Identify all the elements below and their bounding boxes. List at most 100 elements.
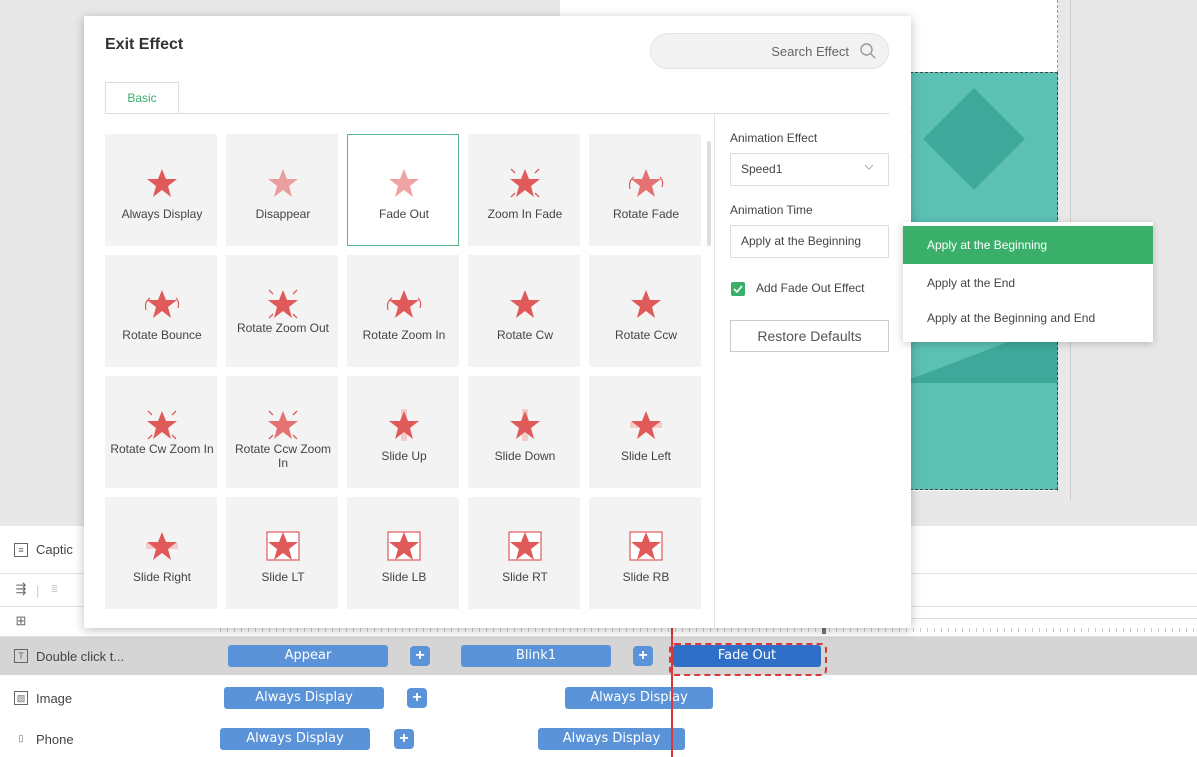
star-faded-icon [389, 169, 419, 197]
track-label-row: ▯ Phone [0, 720, 220, 757]
phone-icon: ▯ [18, 733, 24, 743]
animation-time-label: Animation Time [730, 203, 813, 217]
align-icon[interactable]: ⇶ [14, 582, 28, 597]
add-clip-button[interactable]: + [407, 688, 427, 708]
effect-disappear[interactable]: Disappear [226, 134, 338, 246]
effect-label: Slide Down [494, 449, 556, 463]
star-slide-rb-icon [629, 531, 663, 561]
toolbar-separator: | [36, 582, 40, 598]
distribute-icon[interactable]: ≣ [47, 583, 61, 597]
star-rotate-icon [628, 169, 664, 197]
effect-fade-out[interactable]: Fade Out [347, 134, 459, 246]
animation-time-value: Apply at the Beginning [741, 234, 862, 248]
track-label: Double click t... [36, 648, 125, 664]
effect-slide-up[interactable]: Slide Up [347, 376, 459, 488]
search-box[interactable] [650, 33, 889, 69]
animation-time-select[interactable]: Apply at the Beginning [730, 225, 889, 258]
clip-always-display[interactable]: Always Display [565, 687, 713, 709]
caption-icon: ≡ [14, 542, 28, 557]
effect-label: Zoom In Fade [487, 207, 563, 221]
effect-label: Slide RT [502, 570, 548, 584]
effect-slide-right[interactable]: Slide Right [105, 497, 217, 609]
track-phone[interactable]: ▯ Phone Always Display + Always Display [0, 720, 1197, 757]
animation-effect-value: Speed1 [741, 162, 783, 176]
caption-label: Captic [36, 542, 73, 557]
star-slide-lb-icon [387, 531, 421, 561]
effect-label: Fade Out [378, 207, 430, 221]
clip-always-display[interactable]: Always Display [538, 728, 685, 750]
tab-basic[interactable]: Basic [105, 82, 179, 114]
effect-label: Rotate Ccw Zoom In [234, 442, 332, 470]
dialog-title: Exit Effect [105, 36, 184, 53]
star-rotate-ccw-icon [631, 290, 661, 318]
effect-slide-left[interactable]: Slide Left [589, 376, 701, 488]
grid-icon[interactable]: ⊞ [14, 614, 28, 629]
star-slide-right-icon [146, 532, 178, 560]
effect-slide-down[interactable]: Slide Down [468, 376, 580, 488]
effect-slide-rt[interactable]: Slide RT [468, 497, 580, 609]
star-slide-rt-icon [508, 531, 542, 561]
effect-label: Rotate Zoom Out [236, 321, 330, 335]
effect-rotate-bounce[interactable]: Rotate Bounce [105, 255, 217, 367]
fade-out-checkbox[interactable] [731, 282, 745, 296]
option-apply-end[interactable]: Apply at the End [903, 264, 1153, 302]
effect-rotate-ccw[interactable]: Rotate Ccw [589, 255, 701, 367]
effect-rotate-fade[interactable]: Rotate Fade [589, 134, 701, 246]
effect-rotate-zoom-in[interactable]: Rotate Zoom In [347, 255, 459, 367]
effect-label: Disappear [255, 207, 311, 221]
effect-rotate-cw[interactable]: Rotate Cw [468, 255, 580, 367]
track-label-row: ▧ Image [0, 679, 220, 717]
track-label-row: T Double click t... [0, 637, 220, 675]
effect-slide-rb[interactable]: Slide RB [589, 497, 701, 609]
effect-rotate-cw-zoom-in[interactable]: Rotate Cw Zoom In [105, 376, 217, 488]
add-clip-button[interactable]: + [410, 646, 430, 666]
search-input[interactable] [669, 34, 849, 68]
effect-slide-lb[interactable]: Slide LB [347, 497, 459, 609]
clip-always-display[interactable]: Always Display [224, 687, 384, 709]
clip-blink1[interactable]: Blink1 [461, 645, 611, 667]
animation-effect-label: Animation Effect [730, 131, 818, 145]
fade-out-checkbox-label[interactable]: Add Fade Out Effect [756, 281, 865, 295]
option-apply-beginning[interactable]: Apply at the Beginning [903, 226, 1153, 264]
effect-zoom-in-fade[interactable]: Zoom In Fade [468, 134, 580, 246]
checkmark-icon [733, 285, 743, 294]
search-icon[interactable] [859, 42, 877, 60]
star-slide-down-icon [510, 409, 540, 441]
playhead[interactable] [671, 612, 673, 757]
effect-slide-lt[interactable]: Slide LT [226, 497, 338, 609]
effect-label: Slide LB [381, 570, 427, 584]
star-faded-icon [268, 169, 298, 197]
restore-defaults-button[interactable]: Restore Defaults [730, 320, 889, 352]
effects-scrollbar[interactable] [707, 141, 711, 246]
canvas-diamond-shape [923, 88, 1025, 190]
clip-always-display[interactable]: Always Display [220, 728, 370, 750]
chevron-down-icon [864, 164, 874, 170]
effect-rotate-ccw-zoom-in[interactable]: Rotate Ccw Zoom In [226, 376, 338, 488]
animation-effect-select[interactable]: Speed1 [730, 153, 889, 186]
animation-time-dropdown: Apply at the Beginning Apply at the End … [903, 222, 1153, 342]
effect-label: Slide Right [132, 570, 192, 584]
option-apply-beginning-end[interactable]: Apply at the Beginning and End [903, 299, 1153, 337]
add-clip-button[interactable]: + [394, 729, 414, 749]
effect-label: Slide Up [381, 449, 427, 463]
clip-appear[interactable]: Appear [228, 645, 388, 667]
star-rotate-bounce-icon [144, 290, 180, 318]
track-label: Phone [36, 731, 74, 747]
track-text[interactable]: T Double click t... Appear + Blink1 + Fa… [0, 637, 1197, 675]
effect-label: Rotate Cw Zoom In [110, 442, 214, 456]
effect-label: Always Display [121, 207, 203, 221]
star-slide-left-icon [630, 411, 662, 439]
effect-always-display[interactable]: Always Display [105, 134, 217, 246]
add-clip-button[interactable]: + [633, 646, 653, 666]
effect-rotate-zoom-out[interactable]: Rotate Zoom Out [226, 255, 338, 367]
star-rotate-cw-icon [510, 290, 540, 318]
image-icon: ▧ [14, 691, 28, 705]
effect-label: Rotate Ccw [614, 328, 678, 342]
star-slide-lt-icon [266, 531, 300, 561]
track-image[interactable]: ▧ Image Always Display + Always Display [0, 679, 1197, 717]
ruler-marker [822, 627, 826, 634]
effect-label: Slide Left [620, 449, 672, 463]
star-rotate-zoom-icon [386, 290, 422, 318]
star-rotate-ccw-icon [268, 410, 298, 440]
star-rotate-cw-icon [147, 410, 177, 440]
